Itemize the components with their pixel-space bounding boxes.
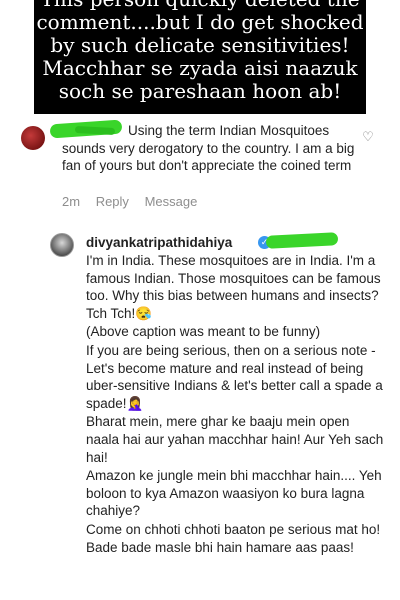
reply-paragraph: (Above caption was meant to be funny) <box>86 324 321 340</box>
message-button[interactable]: Message <box>145 194 198 209</box>
caption-banner: This person quickly deleted the comment.… <box>34 0 366 114</box>
banner-line: Macchhar se zyada aisi naazuk <box>42 56 358 80</box>
comment: Using the term Indian Mosquitoes sounds … <box>0 118 400 218</box>
reply-paragraph: If you are being serious, then on a seri… <box>86 342 383 411</box>
reply-paragraph: Bharat mein, mere ghar ke baaju mein ope… <box>86 414 384 465</box>
reply-paragraph: Amazon ke jungle mein bhi macchhar hain.… <box>86 468 382 519</box>
comment-age: 2m <box>62 194 81 209</box>
avatar[interactable] <box>50 233 74 257</box>
username[interactable]: divyankatripathidahiya <box>86 235 232 250</box>
banner-line: by such delicate sensitivities! <box>50 33 350 57</box>
comment-meta: 2m Reply Message <box>62 194 209 209</box>
reply-comment: divyankatripathidahiya ✓ I'm in India. T… <box>0 232 400 600</box>
banner-line: soch se pareshaan hoon ab! <box>58 79 342 103</box>
heart-icon[interactable]: ♡ <box>361 130 375 144</box>
avatar[interactable] <box>21 126 45 150</box>
redaction-scribble <box>265 232 339 249</box>
reply-body: I'm in India. These mosquitoes are in In… <box>86 252 386 557</box>
reply-button[interactable]: Reply <box>96 194 129 209</box>
reply-paragraph: I'm in India. These mosquitoes are in In… <box>86 253 381 321</box>
reply-paragraph: Come on chhoti chhoti baaton pe serious … <box>86 521 381 555</box>
banner-line: comment....but I do get shocked <box>36 10 364 34</box>
